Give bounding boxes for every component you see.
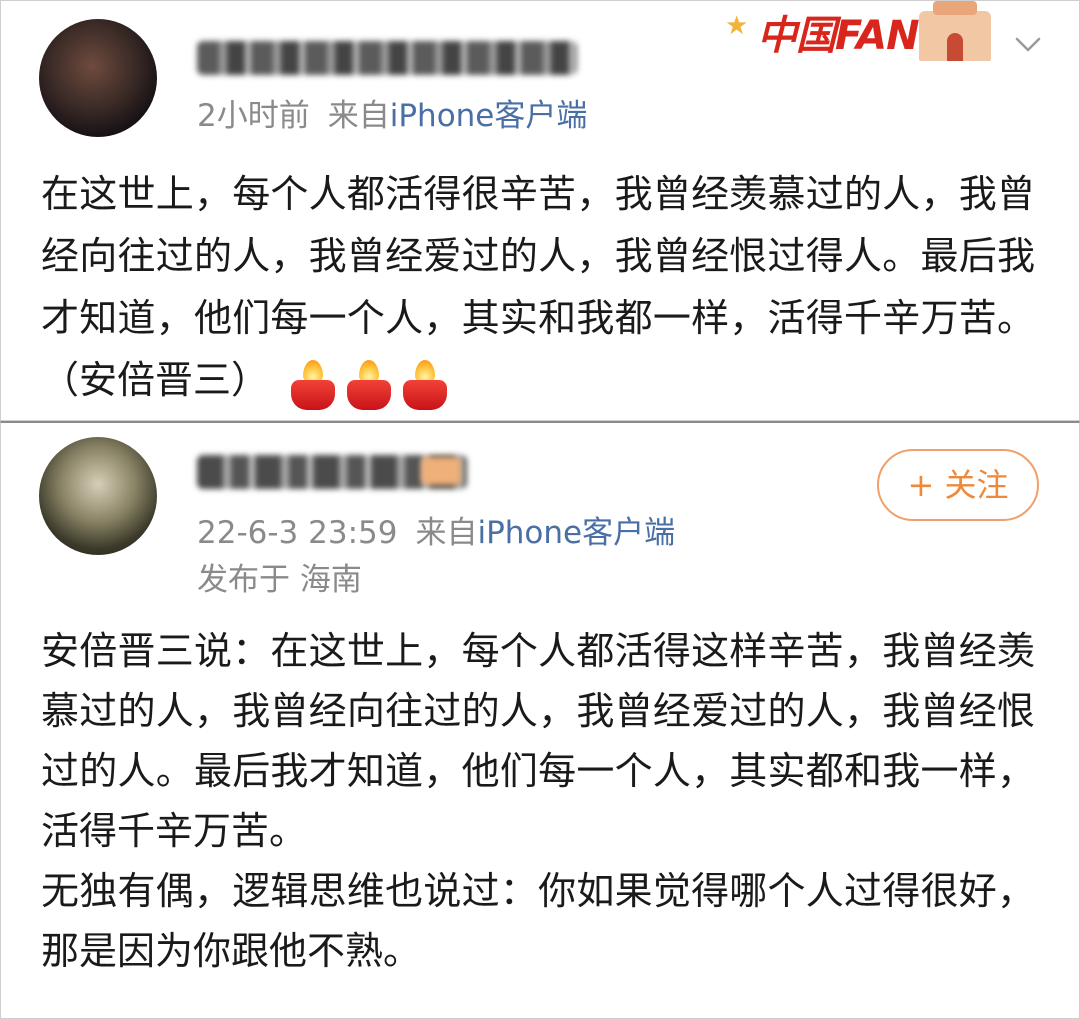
tiananmen-icon xyxy=(919,1,991,61)
weibo-post-2: + 关注 22-6-3 23:59 来自iPhone客户端 发布于 海南 安倍晋三… xyxy=(0,421,1080,1019)
post-time: 22-6-3 23:59 xyxy=(197,515,398,551)
avatar[interactable] xyxy=(39,19,157,137)
source-link[interactable]: iPhone客户端 xyxy=(477,515,675,551)
post-meta: 2小时前 来自iPhone客户端 xyxy=(197,96,587,136)
follow-button[interactable]: + 关注 xyxy=(877,449,1039,521)
china-fans-badge: ★ 中国FANS xyxy=(721,1,1001,71)
username-blurred[interactable] xyxy=(197,41,577,75)
post-text: 在这世上，每个人都活得很辛苦，我曾经羡慕过的人，我曾经向往过的人，我曾经爱过的人… xyxy=(41,172,1035,402)
candle-emojis xyxy=(289,352,457,414)
from-label: 来自 xyxy=(415,515,478,551)
verified-badge-blurred xyxy=(421,457,461,485)
post-paragraph: 无独有偶，逻辑思维也说过：你如果觉得哪个人过得很好，那是因为你跟他不熟。 xyxy=(41,869,1035,973)
avatar[interactable] xyxy=(39,437,157,555)
post-meta: 22-6-3 23:59 来自iPhone客户端 xyxy=(197,513,675,553)
candle-emoji-icon xyxy=(345,360,393,410)
post-location: 发布于 海南 xyxy=(197,562,362,598)
source-link[interactable]: iPhone客户端 xyxy=(390,98,588,134)
post-time: 2小时前 xyxy=(197,98,310,134)
star-icon: ★ xyxy=(725,11,749,41)
candle-emoji-icon xyxy=(401,360,449,410)
post-content: 在这世上，每个人都活得很辛苦，我曾经羡慕过的人，我曾经向往过的人，我曾经爱过的人… xyxy=(41,163,1035,414)
from-label: 来自 xyxy=(327,98,390,134)
weibo-post-1: ★ 中国FANS 2小时前 来自iPhone客户端 在这世上，每个人都活得很辛苦，… xyxy=(0,0,1080,421)
badge-text: 中国FANS xyxy=(757,13,947,59)
post-paragraph: 安倍晋三说：在这世上，每个人都活得这样辛苦，我曾经羡慕过的人，我曾经向往过的人，… xyxy=(41,629,1035,853)
candle-emoji-icon xyxy=(289,360,337,410)
post-content: 安倍晋三说：在这世上，每个人都活得这样辛苦，我曾经羡慕过的人，我曾经向往过的人，… xyxy=(41,621,1035,981)
chevron-down-icon[interactable] xyxy=(1011,27,1045,61)
